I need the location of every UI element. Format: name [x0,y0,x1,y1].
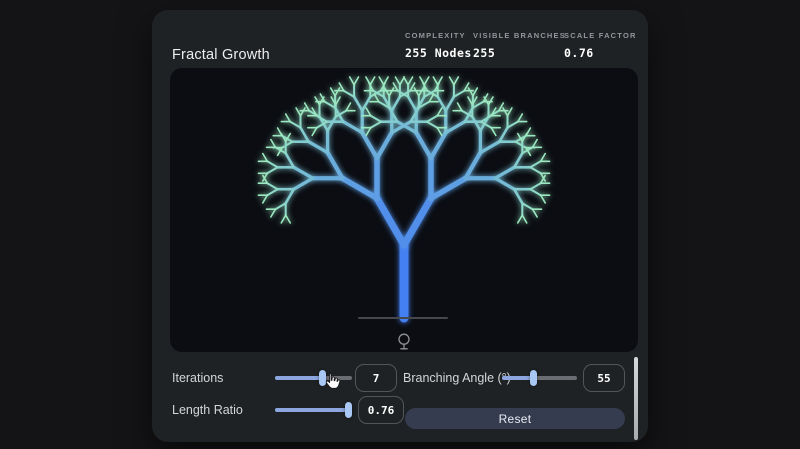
branching-angle-slider-fill [502,376,533,380]
iterations-value[interactable]: 7 [355,364,397,392]
branching-angle-slider-thumb[interactable] [530,370,537,386]
stat-visible-branches-value: 255 [473,46,496,60]
desktop: Fractal Growth COMPLEXITY 255 Nodes VISI… [0,0,800,449]
stat-visible-branches-label: VISIBLE BRANCHES [473,31,566,40]
tree-icon [395,332,413,352]
stat-complexity: COMPLEXITY 255 Nodes [405,31,472,60]
stat-complexity-label: COMPLEXITY [405,31,466,40]
stat-visible-branches: VISIBLE BRANCHES 255 [473,31,566,60]
stat-scale-factor-label: SCALE FACTOR [564,31,637,40]
stat-scale-factor: SCALE FACTOR 0.76 [564,31,637,60]
length-ratio-value[interactable]: 0.76 [358,396,404,424]
length-ratio-slider-fill [275,408,349,412]
ground-line [358,317,448,319]
iterations-slider-fill [275,376,322,380]
reset-button[interactable]: Reset [405,408,625,429]
branching-angle-slider[interactable] [502,370,577,386]
fractal-tree [257,76,551,323]
branching-angle-label: Branching Angle (°) [403,371,511,385]
stat-complexity-value: 255 Nodes [405,46,472,60]
mouse-cursor [322,371,342,393]
controls-panel: Iterations 7 Branching Angle (°) 55 Leng… [152,355,648,442]
stat-scale-factor-value: 0.76 [564,46,594,60]
length-ratio-slider[interactable] [275,402,352,418]
branching-angle-value[interactable]: 55 [583,364,625,392]
length-ratio-slider-thumb[interactable] [345,402,352,418]
app-title: Fractal Growth [172,47,270,63]
controls-scrollbar[interactable] [634,357,638,440]
iterations-label: Iterations [172,371,224,385]
fractal-canvas [170,68,638,352]
fractal-growth-app-card: Fractal Growth COMPLEXITY 255 Nodes VISI… [152,10,648,442]
length-ratio-label: Length Ratio [172,403,243,417]
